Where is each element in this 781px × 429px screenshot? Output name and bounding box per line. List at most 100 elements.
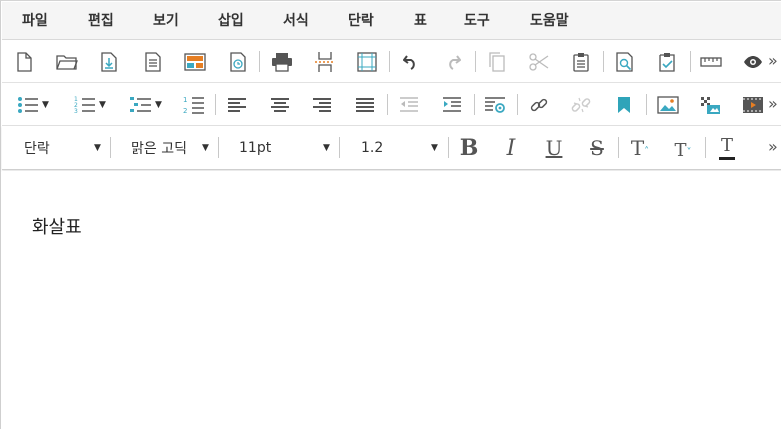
more-format-tools-button[interactable]: » xyxy=(768,126,781,169)
menu-format[interactable]: 서식 xyxy=(283,2,309,40)
ruler-icon xyxy=(700,56,722,67)
font-color-label: T xyxy=(720,134,733,156)
menu-paragraph[interactable]: 단락 xyxy=(348,2,374,40)
italic-button[interactable]: I xyxy=(499,126,523,170)
page-layout-icon xyxy=(357,51,377,72)
svg-text:2: 2 xyxy=(183,107,187,115)
document-content[interactable]: 화살표 xyxy=(2,171,781,429)
open-folder-icon xyxy=(56,54,78,70)
paste-button[interactable] xyxy=(567,40,595,83)
paragraph-style-select[interactable]: 단락 ▼ xyxy=(24,126,102,170)
page-break-button[interactable] xyxy=(311,40,339,83)
align-left-icon xyxy=(228,97,246,112)
underline-button[interactable]: U xyxy=(542,126,566,170)
ruler-button[interactable] xyxy=(697,40,725,83)
indent-button[interactable] xyxy=(438,83,466,126)
multilevel-list-icon xyxy=(130,96,152,112)
toolbar-separator xyxy=(618,137,619,158)
word-editor: 파일 편집 보기 삽입 서식 단락 표 도구 도움말 » ▼ 1 2 3 ▼ ▼… xyxy=(0,0,781,429)
toolbar-separator xyxy=(603,51,604,72)
align-right-button[interactable] xyxy=(308,83,336,126)
print-button[interactable] xyxy=(268,40,296,83)
bookmark-icon xyxy=(618,96,630,113)
line-numbering-icon: 12 xyxy=(183,96,204,115)
line-height-select[interactable]: 1.2 ▼ xyxy=(361,126,441,170)
numbered-list-icon: 123 xyxy=(74,96,96,115)
toolbar-separator xyxy=(218,137,219,158)
link-icon xyxy=(530,98,548,111)
history-button[interactable] xyxy=(224,40,252,83)
undo-button[interactable] xyxy=(397,40,425,83)
new-document-icon xyxy=(17,51,32,72)
menu-edit[interactable]: 편집 xyxy=(88,2,114,40)
template-icon xyxy=(184,52,206,71)
align-left-button[interactable] xyxy=(223,83,251,126)
insert-object-icon xyxy=(701,96,720,114)
insert-image-button[interactable] xyxy=(654,83,682,126)
insert-video-button[interactable] xyxy=(739,83,767,126)
insert-field-button[interactable] xyxy=(481,83,509,126)
toolbar-separator xyxy=(705,137,706,158)
font-family-select[interactable]: 맑은 고딕 ▼ xyxy=(131,126,213,170)
unlink-icon xyxy=(571,97,591,112)
menu-view[interactable]: 보기 xyxy=(153,2,179,40)
numbered-list-button[interactable]: 123 ▼ xyxy=(69,83,111,126)
download-icon xyxy=(101,51,117,72)
strikethrough-button[interactable]: S xyxy=(585,126,609,170)
outdent-button[interactable] xyxy=(395,83,423,126)
insert-object-button[interactable] xyxy=(696,83,724,126)
link-button[interactable] xyxy=(525,83,553,126)
font-family-value: 맑은 고딕 xyxy=(131,141,187,157)
paragraph-style-value: 단락 xyxy=(24,141,50,157)
preview-button[interactable] xyxy=(739,40,767,83)
chevron-down-icon: ▼ xyxy=(94,143,101,153)
more-paragraph-tools-button[interactable]: » xyxy=(768,83,781,126)
copy-button[interactable] xyxy=(483,40,511,83)
cut-button[interactable] xyxy=(525,40,553,83)
replace-button[interactable] xyxy=(654,40,682,83)
new-document-button[interactable] xyxy=(10,40,38,83)
bookmark-button[interactable] xyxy=(610,83,638,126)
indent-icon xyxy=(443,96,461,112)
bold-button[interactable]: B xyxy=(456,126,482,170)
menu-insert[interactable]: 삽입 xyxy=(218,2,244,40)
chevron-down-icon: ▼ xyxy=(323,143,330,153)
menu-tools[interactable]: 도구 xyxy=(464,2,490,40)
menu-help[interactable]: 도움말 xyxy=(530,2,569,40)
toolbar-separator xyxy=(646,94,647,115)
justify-button[interactable] xyxy=(351,83,379,126)
bullet-list-button[interactable]: ▼ xyxy=(12,83,54,126)
menu-table[interactable]: 표 xyxy=(414,2,427,40)
insert-field-icon xyxy=(485,96,505,113)
video-icon xyxy=(743,96,763,113)
chevron-down-icon: ▼ xyxy=(42,99,49,110)
replace-icon xyxy=(659,52,675,72)
more-tools-button[interactable]: » xyxy=(768,40,781,83)
font-size-select[interactable]: 11pt ▼ xyxy=(239,126,333,170)
page-layout-button[interactable] xyxy=(353,40,381,83)
document-paragraph[interactable]: 화살표 xyxy=(32,213,82,239)
document-button[interactable] xyxy=(139,40,167,83)
template-button[interactable] xyxy=(181,40,209,83)
download-button[interactable] xyxy=(95,40,123,83)
caret-down-icon: ˅ xyxy=(686,147,692,158)
superscript-button[interactable]: T ˄ xyxy=(627,126,653,170)
undo-icon xyxy=(403,54,415,70)
subscript-label: T xyxy=(674,139,687,161)
bullet-list-icon xyxy=(18,96,39,113)
outdent-icon xyxy=(400,96,418,112)
find-button[interactable] xyxy=(611,40,639,83)
unlink-button[interactable] xyxy=(567,83,595,126)
line-numbering-button[interactable]: 12 xyxy=(180,83,208,126)
redo-button[interactable] xyxy=(439,40,467,83)
align-right-icon xyxy=(313,97,331,112)
menu-file[interactable]: 파일 xyxy=(22,2,48,40)
open-button[interactable] xyxy=(53,40,81,83)
toolbar-separator xyxy=(474,94,475,115)
align-center-button[interactable] xyxy=(266,83,294,126)
multilevel-list-button[interactable]: ▼ xyxy=(125,83,167,126)
subscript-button[interactable]: T ˅ xyxy=(670,126,696,170)
font-color-button[interactable]: T xyxy=(715,126,739,170)
toolbar-separator xyxy=(690,51,691,72)
document-icon xyxy=(145,51,161,72)
